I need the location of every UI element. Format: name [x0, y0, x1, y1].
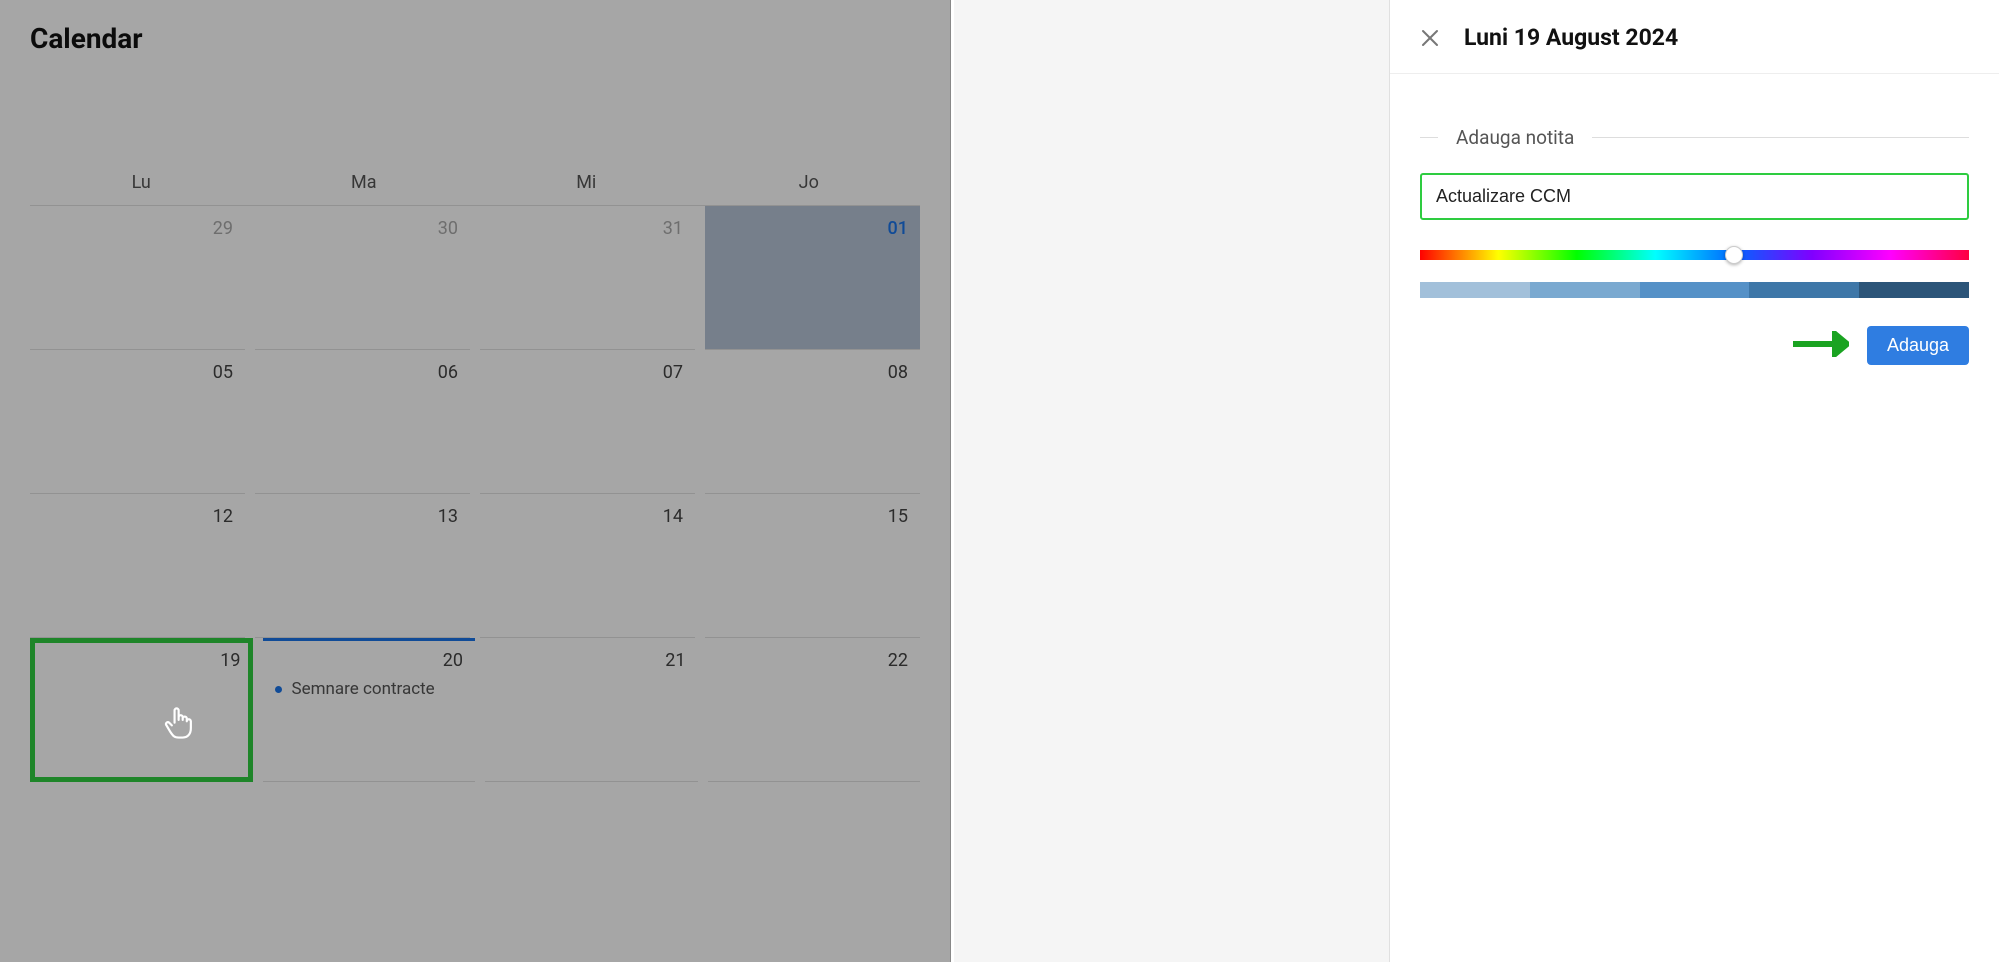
- day-header-wed: Mi: [475, 77, 698, 205]
- divider-line: [1420, 137, 1438, 138]
- shade-swatch[interactable]: [1749, 282, 1859, 298]
- calendar-grid: Lu Ma Mi Jo 29 30 31 01 05 06 07 08 12 1…: [0, 77, 950, 782]
- day-number: 05: [30, 362, 245, 383]
- panel-actions: Adauga: [1420, 326, 1969, 365]
- day-number: 01: [705, 218, 920, 239]
- day-number: 30: [255, 218, 470, 239]
- day-number: 22: [708, 650, 921, 671]
- day-cell[interactable]: 22: [708, 638, 921, 782]
- day-number: 15: [705, 506, 920, 527]
- day-number: 20: [263, 650, 476, 671]
- panel-body: Adauga notita Adauga: [1390, 74, 1999, 365]
- day-cell[interactable]: 30: [255, 206, 470, 350]
- slider-thumb[interactable]: [1725, 246, 1743, 264]
- shade-swatch[interactable]: [1640, 282, 1750, 298]
- shade-swatch[interactable]: [1859, 282, 1969, 298]
- event-dot-icon: [275, 686, 282, 693]
- arrow-right-icon: [1791, 331, 1849, 361]
- day-cell-highlighted[interactable]: 19: [30, 638, 253, 782]
- panel-header: Luni 19 August 2024: [1390, 0, 1999, 74]
- week-row: 05 06 07 08: [30, 350, 920, 494]
- day-cell[interactable]: 15: [705, 494, 920, 638]
- divider-line: [1592, 137, 1969, 138]
- add-button[interactable]: Adauga: [1867, 326, 1969, 365]
- week-row: 12 13 14 15: [30, 494, 920, 638]
- close-icon[interactable]: [1420, 28, 1440, 48]
- shade-swatch[interactable]: [1420, 282, 1530, 298]
- page-title: Calendar: [0, 0, 950, 77]
- day-cell[interactable]: 29: [30, 206, 245, 350]
- panel-date-title: Luni 19 August 2024: [1464, 24, 1678, 51]
- day-number: 14: [480, 506, 695, 527]
- day-number: 21: [485, 650, 698, 671]
- day-number: 12: [30, 506, 245, 527]
- day-cell[interactable]: 31: [480, 206, 695, 350]
- calendar-event[interactable]: Semnare contracte: [263, 679, 476, 699]
- section-divider: Adauga notita: [1420, 126, 1969, 149]
- day-cell[interactable]: 05: [30, 350, 245, 494]
- color-shade-picker[interactable]: [1420, 282, 1969, 298]
- day-header-mon: Lu: [30, 77, 253, 205]
- day-header-tue: Ma: [253, 77, 476, 205]
- pointer-cursor-icon: [163, 705, 197, 747]
- event-label: Semnare contracte: [292, 679, 435, 699]
- day-number: 29: [30, 218, 245, 239]
- day-number: 07: [480, 362, 695, 383]
- day-number: 13: [255, 506, 470, 527]
- panel-divider: [950, 0, 954, 962]
- add-note-panel: Luni 19 August 2024 Adauga notita Adauga: [1389, 0, 1999, 962]
- day-cell[interactable]: 08: [705, 350, 920, 494]
- day-number: 31: [480, 218, 695, 239]
- color-hue-slider[interactable]: [1420, 250, 1969, 260]
- day-cell[interactable]: 06: [255, 350, 470, 494]
- day-headers-row: Lu Ma Mi Jo: [30, 77, 920, 206]
- day-header-thu: Jo: [698, 77, 921, 205]
- day-cell-selected[interactable]: 01: [705, 206, 920, 350]
- day-cell[interactable]: 20 Semnare contracte: [263, 638, 476, 782]
- day-number: 06: [255, 362, 470, 383]
- shade-swatch[interactable]: [1530, 282, 1640, 298]
- day-number: 08: [705, 362, 920, 383]
- day-cell[interactable]: 14: [480, 494, 695, 638]
- day-cell[interactable]: 12: [30, 494, 245, 638]
- event-indicator-bar: [263, 638, 476, 641]
- day-cell[interactable]: 13: [255, 494, 470, 638]
- calendar-main: Calendar Lu Ma Mi Jo 29 30 31 01 05 06 0…: [0, 0, 950, 962]
- day-cell[interactable]: 07: [480, 350, 695, 494]
- week-row: 29 30 31 01: [30, 206, 920, 350]
- day-cell[interactable]: 21: [485, 638, 698, 782]
- week-row: 19 20 Semnare contracte 21 22: [30, 638, 920, 782]
- note-title-input[interactable]: [1420, 173, 1969, 220]
- section-label-text: Adauga notita: [1456, 126, 1574, 149]
- day-number: 19: [35, 650, 248, 671]
